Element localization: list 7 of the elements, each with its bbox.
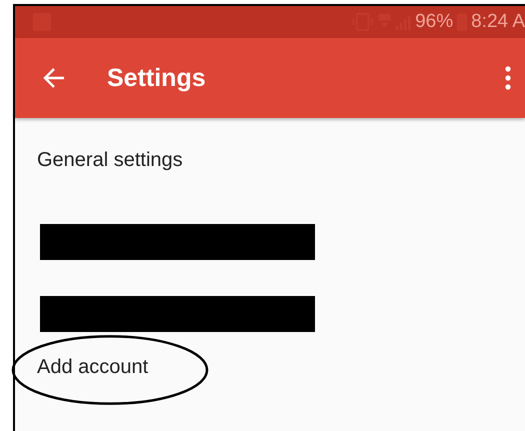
- battery-percent: 96%: [415, 11, 454, 33]
- more-icon[interactable]: [505, 66, 511, 90]
- settings-item[interactable]: Add account: [37, 356, 148, 379]
- back-icon[interactable]: [43, 67, 65, 89]
- settings-item[interactable]: General settings: [37, 149, 183, 172]
- screen-title: Settings: [107, 64, 207, 92]
- status-time: 8:24 A: [471, 11, 525, 33]
